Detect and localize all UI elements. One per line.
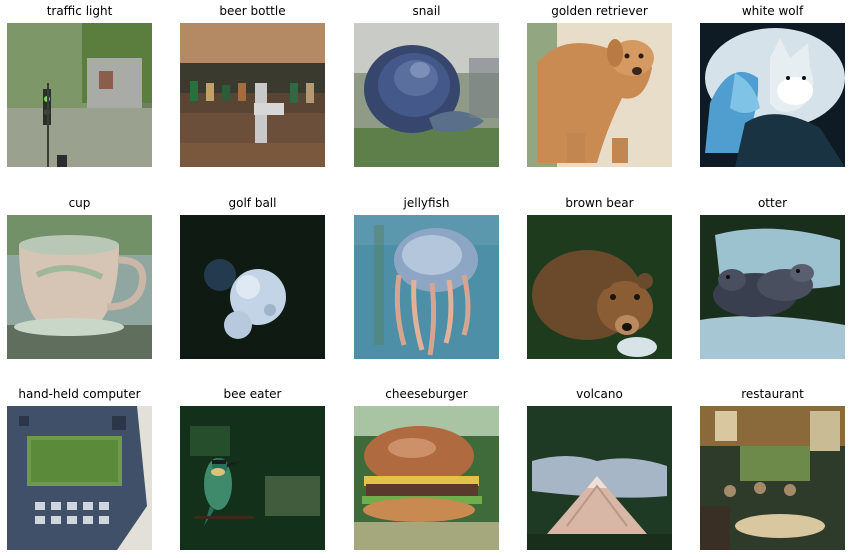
tile-caption: brown bear [565,196,634,210]
tile-image [7,215,152,359]
tile-image [527,215,672,359]
tile-image [354,215,499,359]
tile-image [180,23,325,167]
tile-image [180,215,325,359]
tile-image [527,406,672,550]
tile-image [527,23,672,167]
tile-caption: restaurant [741,387,804,401]
tile-caption: golf ball [228,196,277,210]
tile-image [354,23,499,167]
tile-caption: cup [68,196,91,210]
tile-caption: white wolf [741,4,804,18]
tile-caption: volcano [576,387,623,401]
tile-caption: beer bottle [219,4,286,18]
tile-image [700,23,845,167]
tile-image [7,406,152,550]
tile-caption: cheeseburger [385,387,468,401]
tile-image [700,406,845,550]
tile-image [7,23,152,167]
tile-image [180,406,325,550]
tile-caption: snail [412,4,441,18]
tile-image [700,215,845,359]
tile-caption: traffic light [46,4,113,18]
tile-caption: golden retriever [551,4,648,18]
tile-caption: bee eater [223,387,282,401]
tile-caption: otter [757,196,788,210]
tile-caption: jellyfish [403,196,450,210]
tile-caption: hand-held computer [18,387,141,401]
tile-image [354,406,499,550]
